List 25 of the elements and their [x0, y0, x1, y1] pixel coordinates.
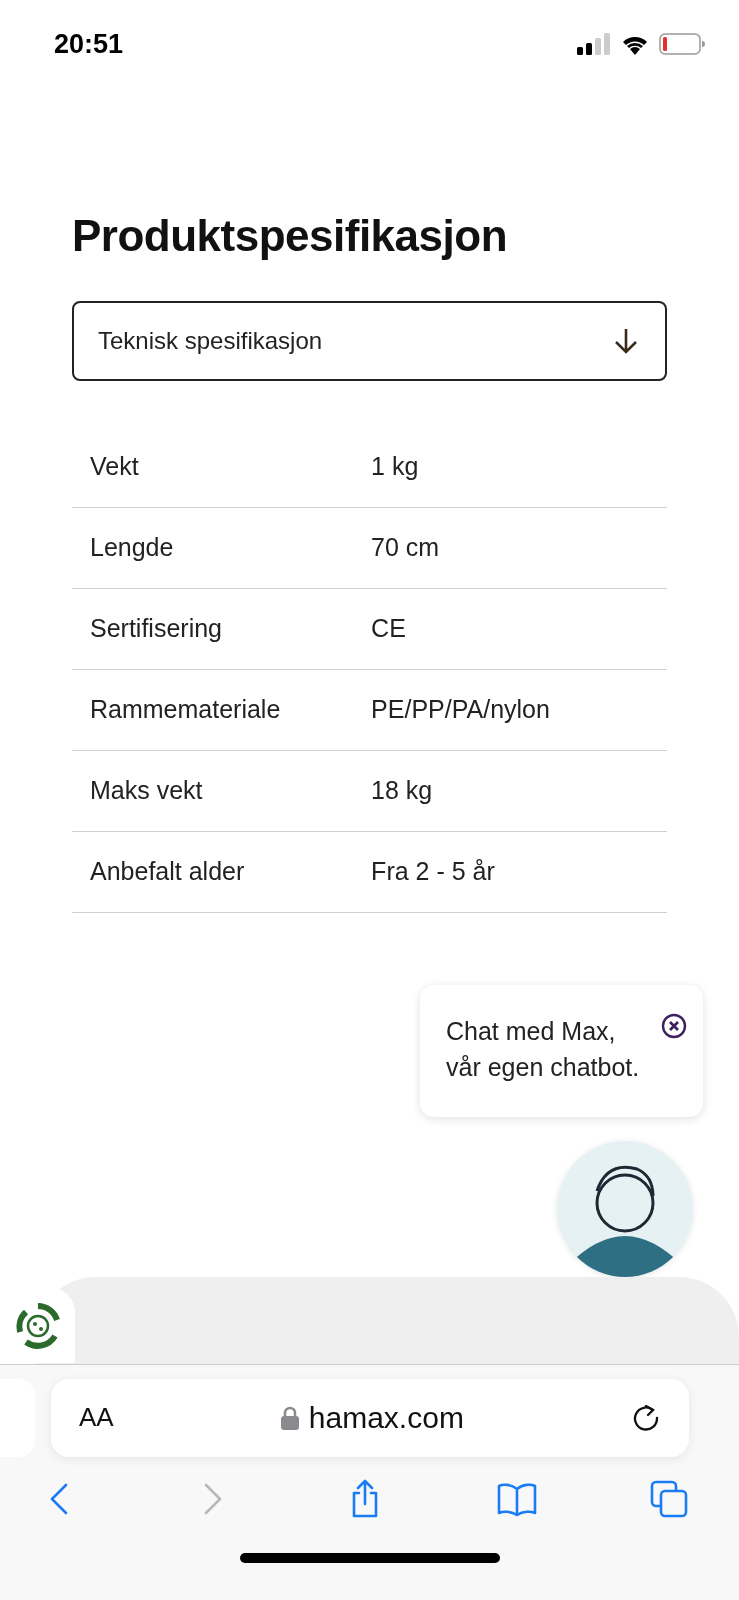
page-title: Produktspesifikasjon: [72, 210, 508, 261]
spec-value: Fra 2 - 5 år: [371, 857, 496, 887]
signal-icon: [577, 33, 611, 56]
chat-prompt-text: Chat med Max, vår egen chatbot.: [446, 1015, 640, 1083]
lock-icon: [280, 1405, 299, 1430]
address-bar[interactable]: AA hamax.com: [51, 1378, 689, 1457]
spec-label: Lengde: [89, 533, 175, 563]
spec-label: Rammemateriale: [89, 695, 282, 725]
url-text: hamax.com: [308, 1400, 464, 1435]
spec-value: 18 kg: [371, 776, 434, 806]
spec-label: Anbefalt alder: [89, 857, 246, 887]
tabs-icon[interactable]: [649, 1478, 689, 1519]
spec-value: 1 kg: [371, 452, 420, 482]
spec-value: 70 cm: [371, 533, 441, 563]
spec-dropdown[interactable]: Teknisk spesifikasjon: [72, 300, 667, 381]
spec-value: PE/PP/PA/nylon: [371, 695, 551, 725]
battery-icon: [659, 33, 705, 56]
reload-icon[interactable]: [631, 1402, 661, 1433]
status-time: 20:51: [54, 28, 124, 60]
spec-label: Vekt: [89, 452, 140, 482]
spec-label: Sertifisering: [89, 614, 223, 644]
spec-value: CE: [371, 614, 407, 644]
close-icon[interactable]: [661, 1012, 687, 1039]
spec-label: Maks vekt: [89, 776, 204, 806]
text-size-button[interactable]: AA: [79, 1402, 114, 1434]
